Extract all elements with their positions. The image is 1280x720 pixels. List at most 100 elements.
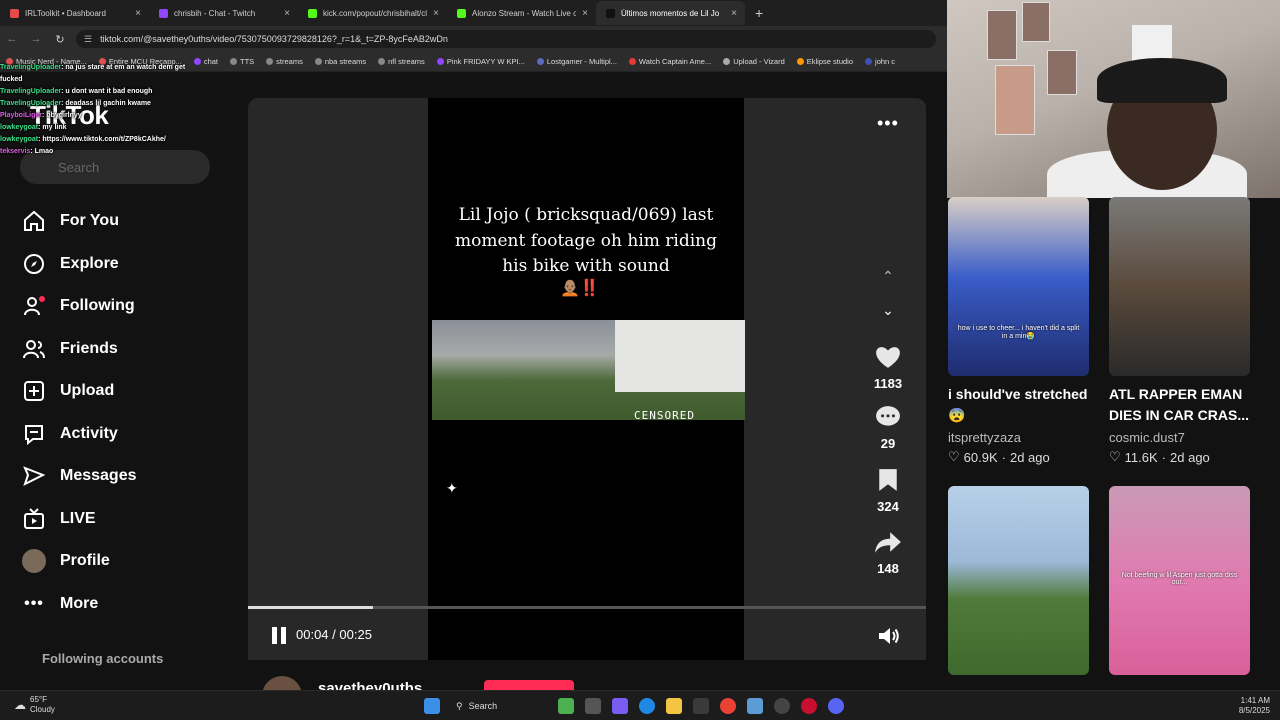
sidebar-item-more[interactable]: ••• More — [22, 583, 222, 626]
tab-favicon-icon — [308, 8, 317, 18]
time-total: 00:25 — [339, 627, 372, 642]
rec-thumb-1[interactable]: how i use to cheer... i haven't did a sp… — [948, 197, 1089, 376]
browser-tab[interactable]: chrisbih - Chat - Twitch × — [149, 1, 298, 25]
bookmark-item[interactable]: TTS — [224, 57, 260, 66]
sidebar-item-for-you[interactable]: For You — [22, 200, 222, 243]
close-tab-icon[interactable]: × — [135, 8, 141, 19]
bookmark-favicon-icon — [230, 58, 237, 65]
bookmark-favicon-icon — [628, 58, 636, 65]
obs-icon[interactable] — [774, 698, 790, 714]
rec-separator: · — [1001, 449, 1006, 465]
comment-icon — [876, 406, 900, 426]
close-tab-icon[interactable]: × — [433, 8, 439, 19]
chat-username: lowkeygoat — [0, 136, 39, 143]
bookmark-item[interactable]: Lostgamer - Multipl... — [531, 57, 623, 66]
sidebar-nav: For You Explore Following Friends Upload Acti… — [22, 200, 222, 625]
speaker-glyph — [879, 628, 899, 644]
task-view-icon[interactable] — [585, 698, 601, 714]
save-button[interactable]: 324 — [865, 468, 911, 514]
more-options-icon[interactable]: ••• — [877, 113, 899, 134]
bookmark-item[interactable]: nfl streams — [372, 57, 431, 66]
taskbar-search[interactable]: ⚲ Search — [448, 696, 548, 716]
store-icon[interactable] — [693, 698, 709, 714]
opera-icon[interactable] — [801, 698, 817, 714]
chat-text: deadass lil gachin kwame — [65, 100, 151, 107]
discord-icon[interactable] — [828, 698, 844, 714]
copilot-icon[interactable] — [612, 698, 628, 714]
sidebar-item-upload[interactable]: Upload — [22, 370, 222, 413]
rec-thumb-2[interactable] — [1109, 197, 1250, 376]
sidebar-item-messages[interactable]: Messages — [22, 455, 222, 498]
browser-tab[interactable]: kick.com/popout/chrisbihalt/cl × — [298, 1, 447, 25]
browser-tab[interactable]: IRLToolkit • Dashboard × — [0, 1, 149, 25]
close-tab-icon[interactable]: × — [582, 8, 588, 19]
browser-tab[interactable]: Últimos momentos de Lil Jo × — [596, 1, 745, 25]
folder-icon[interactable] — [666, 698, 682, 714]
back-icon[interactable]: ← — [0, 33, 24, 45]
rec-title[interactable]: ATL RAPPER EMAN DIES IN CAR CRAS... — [1109, 384, 1269, 426]
streamer-cap — [1097, 58, 1227, 103]
rec-user[interactable]: cosmic.dust7 — [1109, 430, 1185, 445]
close-tab-icon[interactable]: × — [731, 8, 737, 19]
sidebar-item-profile[interactable]: Profile — [22, 540, 222, 583]
rec-thumb-3[interactable] — [948, 486, 1089, 675]
bookmark-item[interactable]: streams — [260, 57, 309, 66]
forward-icon[interactable]: → — [24, 33, 48, 45]
sidebar-item-friends[interactable]: Friends — [22, 328, 222, 371]
chat-message: TravelingUploader: u dont want it bad en… — [0, 88, 153, 95]
sidebar-item-label: Following — [60, 297, 135, 315]
sidebar-item-explore[interactable]: Explore — [22, 243, 222, 286]
weather-widget[interactable]: ☁ 65°F Cloudy — [14, 695, 55, 715]
site-info-icon[interactable]: ☰ — [84, 34, 92, 45]
reload-icon[interactable]: ↻ — [48, 33, 72, 46]
chat-message: PlayboiLiger: bbygirlnyy — [0, 112, 82, 119]
sidebar-item-label: Profile — [60, 552, 110, 570]
clock-date: 8/5/2025 — [1238, 706, 1270, 715]
pause-icon[interactable] — [270, 627, 288, 645]
like-count: 1183 — [873, 376, 903, 391]
rec-thumb-4[interactable]: Not beefing w lil Aspen just gotta diss … — [1109, 486, 1250, 675]
bookmark-item[interactable]: Eklipse studio — [791, 57, 859, 66]
previous-video-icon[interactable]: ⌃ — [880, 268, 896, 285]
like-button[interactable]: 1183 — [865, 345, 911, 391]
bookmark-item[interactable]: nba streams — [309, 57, 372, 66]
chat-text: Lmao — [34, 148, 54, 155]
share-button[interactable]: 148 — [865, 530, 911, 576]
bookmark-item[interactable]: john c — [859, 57, 901, 66]
chat-username: TravelingUploader — [0, 64, 62, 71]
app-icon[interactable] — [558, 698, 574, 714]
new-tab-icon[interactable]: + — [755, 5, 763, 21]
edge-icon[interactable] — [639, 698, 655, 714]
volume-icon[interactable] — [877, 625, 901, 652]
comment-button[interactable]: 29 — [865, 405, 911, 451]
sidebar-item-following[interactable]: Following — [22, 285, 222, 328]
search-placeholder: Search — [58, 159, 100, 175]
bookmark-icon — [879, 469, 897, 491]
system-clock[interactable]: 1:41 AM 8/5/2025 — [1224, 696, 1270, 716]
rec-thumb-caption: how i use to cheer... i haven't did a sp… — [957, 325, 1080, 340]
close-tab-icon[interactable]: × — [284, 8, 290, 19]
bookmark-item[interactable]: Watch Captain Ame... — [623, 57, 717, 66]
rec-title[interactable]: i should've stretched 😨 — [948, 384, 1108, 426]
tab-favicon-icon — [606, 8, 615, 18]
mouse-cursor-icon: ✦ — [446, 480, 458, 496]
bookmark-item[interactable]: Pink FRIDAYY W KPI... — [431, 57, 531, 66]
next-video-icon[interactable]: ⌄ — [880, 302, 896, 319]
bookmark-item[interactable]: Upload - Vizard — [717, 57, 791, 66]
tab-favicon-icon — [10, 8, 19, 18]
tab-title: Alonzo Stream - Watch Live on — [472, 8, 577, 18]
rec-likes: 11.6K — [1124, 449, 1158, 465]
address-text: tiktok.com/@savethey0uths/video/75307500… — [100, 34, 448, 44]
rec-user[interactable]: itsprettyzaza — [948, 430, 1021, 445]
browser-tab[interactable]: Alonzo Stream - Watch Live on × — [447, 1, 596, 25]
sidebar-item-label: More — [60, 594, 99, 612]
sidebar-item-activity[interactable]: Activity — [22, 413, 222, 456]
chrome-icon[interactable] — [720, 698, 736, 714]
sidebar-item-live[interactable]: LIVE — [22, 498, 222, 541]
windows-start-icon[interactable] — [424, 698, 440, 714]
address-bar[interactable]: ☰ tiktok.com/@savethey0uths/video/753075… — [76, 30, 936, 48]
chat-message: TravelingUploader: na jus stare at em an… — [0, 64, 186, 83]
home-icon — [22, 209, 46, 233]
following-icon — [22, 294, 46, 318]
notepad-icon[interactable] — [747, 698, 763, 714]
